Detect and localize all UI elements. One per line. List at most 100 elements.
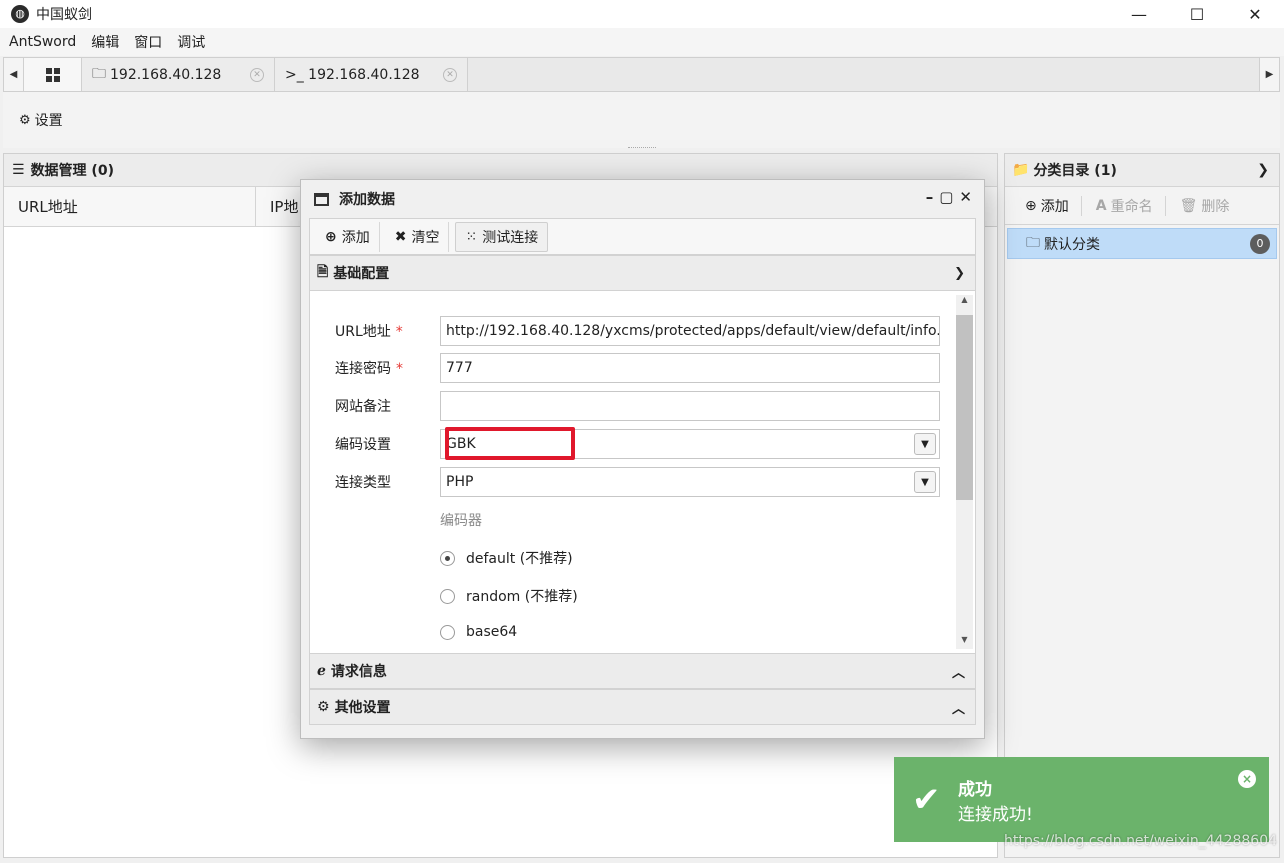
settings-toolbar: ⚙ 设置 xyxy=(3,92,1280,148)
radio-icon[interactable] xyxy=(440,624,455,640)
encoder-option-default[interactable]: default (不推荐) xyxy=(440,548,573,568)
title-bar: ◍ 中国蚁剑 — ☐ ✕ xyxy=(0,0,1284,28)
note-input[interactable] xyxy=(440,391,940,421)
maximize-button[interactable]: ☐ xyxy=(1168,0,1226,28)
plus-circle-icon: ⊕ xyxy=(1025,197,1037,214)
section-other-title: 其他设置 xyxy=(334,700,391,716)
category-add-label: 添加 xyxy=(1040,198,1069,215)
menu-edit[interactable]: 编辑 xyxy=(91,32,119,52)
x-icon: ✖ xyxy=(394,228,407,245)
minimize-button[interactable]: — xyxy=(1110,0,1168,28)
encoder-option-label: random (不推荐) xyxy=(466,589,578,605)
chevron-up-icon: ︿ xyxy=(951,665,965,681)
section-request-info[interactable]: ℯ 请求信息 ︿ xyxy=(309,653,976,689)
scroll-down-icon[interactable]: ▼ xyxy=(956,635,973,649)
menu-antsword[interactable]: AntSword xyxy=(9,34,76,50)
chevron-down-icon[interactable]: ▼ xyxy=(914,471,936,493)
folder-icon: 📁 xyxy=(1012,162,1030,178)
document-icon: 🗎 xyxy=(317,264,329,280)
window-title: 中国蚁剑 xyxy=(36,7,92,23)
chevron-right-icon[interactable]: ❯ xyxy=(1257,162,1269,178)
toast-title: 成功 xyxy=(958,779,992,800)
encoder-option-label: base64 xyxy=(466,624,518,640)
menu-window[interactable]: 窗口 xyxy=(134,32,162,52)
category-add-button[interactable]: ⊕ 添加 xyxy=(1019,195,1082,216)
form-scrollbar[interactable]: ▲ ▼ xyxy=(956,295,973,649)
tab-scroll-right-icon[interactable]: ▶ xyxy=(1259,58,1279,91)
test-connection-button[interactable]: ⁙ 测试连接 xyxy=(455,221,549,252)
tab-terminal[interactable]: >_ 192.168.40.128 ✕ xyxy=(275,58,468,91)
dialog-maximize-icon[interactable]: ▢ xyxy=(939,188,953,206)
dialog-header: 添加数据 – ▢ ✕ xyxy=(301,180,984,218)
dialog-toolbar: ⊕ 添加 ✖ 清空 ⁙ 测试连接 xyxy=(309,218,976,255)
tab-file-manager[interactable]: 🗀 192.168.40.128 ✕ xyxy=(82,58,275,91)
category-rename-button[interactable]: A 重命名 xyxy=(1090,195,1166,216)
section-basic-title: 基础配置 xyxy=(333,266,390,282)
gears-icon: ⚙ xyxy=(317,699,330,715)
chevron-down-icon[interactable]: ▼ xyxy=(914,433,936,455)
test-label: 测试连接 xyxy=(482,229,539,246)
dialog-minimize-icon[interactable]: – xyxy=(926,188,934,206)
tab-scroll-left-icon[interactable]: ◀ xyxy=(4,58,24,91)
add-label: 添加 xyxy=(341,229,370,246)
highlight-box xyxy=(445,427,575,460)
settings-button[interactable]: 设置 xyxy=(35,110,63,130)
watermark: https://blog.csdn.net/weixin_44288604 xyxy=(1004,833,1278,849)
folder-icon: 🗀 xyxy=(1026,234,1040,251)
menu-bar: AntSword 编辑 窗口 调试 xyxy=(0,28,1284,56)
dialog-close-icon[interactable]: ✕ xyxy=(959,188,972,206)
window-icon xyxy=(314,192,329,206)
url-row: URL地址 * http://192.168.40.128/yxcms/prote… xyxy=(335,316,940,346)
spinner-icon: ⁙ xyxy=(465,228,478,245)
dialog-title: 添加数据 xyxy=(339,192,395,208)
tab-home[interactable] xyxy=(24,58,82,91)
toast-message: 连接成功! xyxy=(958,804,1033,825)
trash-icon: 🗑 xyxy=(1179,197,1198,214)
encoding-label: 编码设置 xyxy=(335,437,391,453)
tab-label: 192.168.40.128 xyxy=(110,66,222,83)
category-delete-label: 删除 xyxy=(1201,198,1230,215)
splitter-handle[interactable] xyxy=(628,147,656,148)
category-toolbar: ⊕ 添加 A 重命名 🗑 删除 xyxy=(1005,187,1279,225)
type-label: 连接类型 xyxy=(335,475,391,491)
url-input[interactable]: http://192.168.40.128/yxcms/protected/ap… xyxy=(440,316,940,346)
add-button[interactable]: ⊕ 添加 xyxy=(316,221,380,252)
dialog-controls: – ▢ ✕ xyxy=(926,188,972,206)
scroll-up-icon[interactable]: ▲ xyxy=(956,295,973,309)
radio-checked-icon[interactable] xyxy=(440,550,455,566)
font-icon: A xyxy=(1095,197,1107,214)
column-url[interactable]: URL地址 xyxy=(4,187,256,226)
clear-label: 清空 xyxy=(411,229,440,246)
note-row: 网站备注 xyxy=(335,391,940,421)
type-value: PHP xyxy=(446,474,474,490)
add-data-dialog: 添加数据 – ▢ ✕ ⊕ 添加 ✖ 清空 ⁙ 测试连接 🗎 基础配置 ❯ URL… xyxy=(300,179,985,739)
category-item-default[interactable]: 🗀 默认分类 0 xyxy=(1007,228,1277,259)
section-other-settings[interactable]: ⚙ 其他设置 ︿ xyxy=(309,689,976,725)
plus-circle-icon: ⊕ xyxy=(325,228,337,245)
section-request-title: 请求信息 xyxy=(330,664,387,680)
encoder-title: 编码器 xyxy=(440,513,482,529)
category-rename-label: 重命名 xyxy=(1110,198,1153,215)
toast-close-icon[interactable]: × xyxy=(1238,770,1256,788)
type-select[interactable]: PHP ▼ xyxy=(440,467,940,497)
data-manager-title: 数据管理 (0) xyxy=(30,163,114,179)
tab-close-icon[interactable]: ✕ xyxy=(443,67,457,82)
encoder-option-random[interactable]: random (不推荐) xyxy=(440,586,578,606)
encoder-option-base64[interactable]: base64 xyxy=(440,624,517,640)
tab-label: >_ 192.168.40.128 xyxy=(285,66,420,83)
tab-close-icon[interactable]: ✕ xyxy=(250,67,264,82)
count-badge: 0 xyxy=(1250,233,1270,254)
password-row: 连接密码 * 777 xyxy=(335,353,940,383)
category-delete-button[interactable]: 🗑 删除 xyxy=(1174,196,1242,216)
section-basic-config[interactable]: 🗎 基础配置 ❯ xyxy=(309,255,976,291)
password-input[interactable]: 777 xyxy=(440,353,940,383)
encoding-row: 编码设置 GBK ▼ xyxy=(335,429,940,459)
menu-debug[interactable]: 调试 xyxy=(177,32,205,52)
clear-button[interactable]: ✖ 清空 xyxy=(386,221,450,252)
scroll-thumb[interactable] xyxy=(956,315,973,500)
window-controls: — ☐ ✕ xyxy=(1110,0,1284,28)
toast-body: 成功 连接成功! xyxy=(958,775,1033,825)
category-panel: 📁 分类目录 (1) ❯ ⊕ 添加 A 重命名 🗑 删除 🗀 默认分类 0 xyxy=(1004,153,1280,858)
close-button[interactable]: ✕ xyxy=(1226,0,1284,28)
radio-icon[interactable] xyxy=(440,588,455,604)
